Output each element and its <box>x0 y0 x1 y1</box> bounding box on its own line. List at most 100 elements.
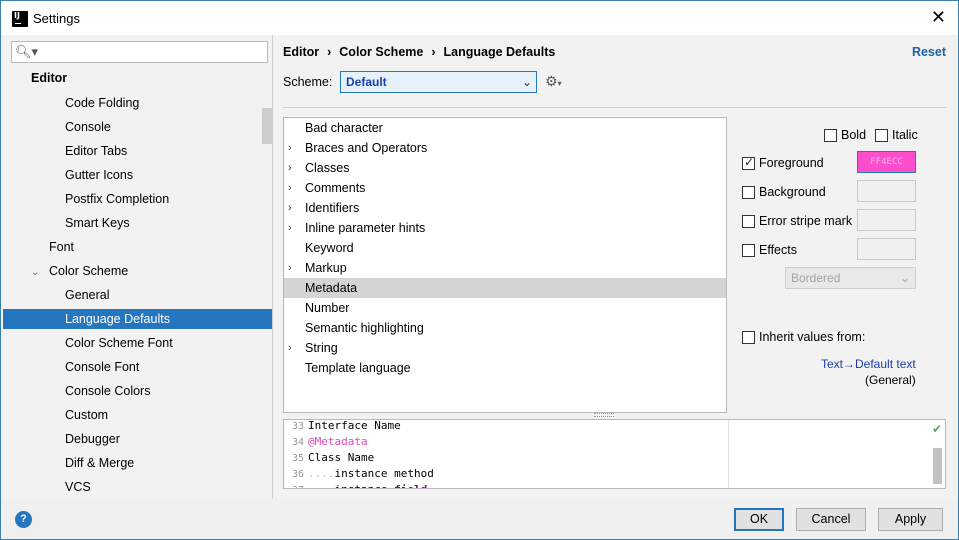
sidebar-item-gutter-icons[interactable]: Gutter Icons <box>65 165 133 185</box>
effects-color-swatch[interactable] <box>857 238 916 260</box>
error-stripe-label: Error stripe mark <box>759 214 853 228</box>
chevron-down-icon[interactable]: ⌄ <box>31 267 39 278</box>
background-color-swatch[interactable] <box>857 180 916 202</box>
effects-label: Effects <box>759 243 797 257</box>
effects-type-dropdown[interactable]: Bordered ⌄ <box>785 267 916 289</box>
sidebar-item-custom[interactable]: Custom <box>65 405 108 425</box>
sidebar-scrollbar[interactable] <box>262 108 272 144</box>
foreground-color-swatch[interactable]: FF4ECC <box>857 151 916 173</box>
chevron-right-icon[interactable]: › <box>288 218 292 238</box>
background-label: Background <box>759 185 826 199</box>
sidebar-item-language-defaults[interactable]: Language Defaults <box>3 309 272 329</box>
list-item[interactable]: Bad character <box>284 118 726 138</box>
chevron-right-icon[interactable]: › <box>288 158 292 178</box>
list-item[interactable]: Template language <box>284 358 726 378</box>
chevron-right-icon[interactable]: › <box>288 138 292 158</box>
list-item[interactable]: › Identifiers <box>284 198 726 218</box>
checkmark-icon: ✔ <box>931 422 942 436</box>
code-preview[interactable]: 33 Interface Name 34 @Metadata 35 Class Nam… <box>283 419 946 489</box>
bold-checkbox[interactable] <box>824 129 837 142</box>
bold-label: Bold <box>841 128 867 142</box>
help-icon[interactable]: ? <box>15 511 32 528</box>
sidebar-item-color-scheme-font[interactable]: Color Scheme Font <box>65 333 173 353</box>
cancel-button[interactable]: Cancel <box>796 508 866 531</box>
settings-window: IJ Settings ✕ 🔍︎▾ Editor Code Folding Co… <box>0 0 959 540</box>
sidebar-item-postfix-completion[interactable]: Postfix Completion <box>65 189 169 209</box>
splitter-handle[interactable] <box>594 413 614 417</box>
inherit-checkbox[interactable] <box>742 331 755 344</box>
sidebar-item-code-folding[interactable]: Code Folding <box>65 93 139 113</box>
scheme-label: Scheme: <box>283 75 333 89</box>
intellij-app-icon: IJ <box>12 11 28 27</box>
preview-right-margin <box>728 420 729 488</box>
divider <box>283 107 946 108</box>
breadcrumb-separator: › <box>327 45 332 59</box>
chevron-right-icon[interactable]: › <box>288 178 292 198</box>
effects-type-value: Bordered <box>791 271 841 285</box>
foreground-label: Foreground <box>759 156 824 170</box>
breadcrumb-separator: › <box>431 45 436 59</box>
error-stripe-color-swatch[interactable] <box>857 209 916 231</box>
italic-checkbox[interactable] <box>875 129 888 142</box>
code-line: 35 Class Name <box>291 451 375 464</box>
sidebar-item-general[interactable]: General <box>65 285 109 305</box>
effects-checkbox[interactable] <box>742 244 755 257</box>
scheme-value: Default <box>346 75 387 89</box>
code-line: 34 @Metadata <box>291 435 368 448</box>
preview-scrollbar[interactable] <box>933 448 942 484</box>
settings-sidebar: 🔍︎▾ Editor Code Folding Console Editor T… <box>3 35 273 499</box>
foreground-checkbox[interactable] <box>742 155 755 170</box>
italic-label: Italic <box>892 128 918 142</box>
list-item[interactable]: › Braces and Operators <box>284 138 726 158</box>
sidebar-item-editor-tabs[interactable]: Editor Tabs <box>65 141 127 161</box>
search-input[interactable]: 🔍︎▾ <box>11 41 268 63</box>
list-item[interactable]: › Inline parameter hints <box>284 218 726 238</box>
list-item[interactable]: › Markup <box>284 258 726 278</box>
ok-button[interactable]: OK <box>734 508 784 531</box>
breadcrumb: Editor › Color Scheme › Language Defaults <box>283 45 555 59</box>
sidebar-item-vcs[interactable]: VCS <box>65 477 91 497</box>
reset-link[interactable]: Reset <box>912 45 946 59</box>
background-checkbox[interactable] <box>742 186 755 199</box>
breadcrumb-language-defaults: Language Defaults <box>443 45 556 59</box>
window-title: Settings <box>33 11 80 26</box>
inherit-sublabel: (General) <box>865 373 916 387</box>
list-item[interactable]: Keyword <box>284 238 726 258</box>
sidebar-item-diff-merge[interactable]: Diff & Merge <box>65 453 134 473</box>
chevron-down-icon: ⌄ <box>521 75 532 89</box>
sidebar-item-debugger[interactable]: Debugger <box>65 429 120 449</box>
inherit-link[interactable]: Text→Default text <box>821 357 916 371</box>
sidebar-item-console[interactable]: Console <box>65 117 111 137</box>
gear-icon[interactable]: ⚙▾ <box>545 73 562 90</box>
list-item[interactable]: › String <box>284 338 726 358</box>
list-item-selected[interactable]: Metadata <box>284 278 726 298</box>
close-icon[interactable]: ✕ <box>931 8 946 26</box>
scheme-dropdown[interactable]: Default ⌄ <box>340 71 537 93</box>
code-line: 37....instance field <box>284 482 728 488</box>
chevron-down-icon: ⌄ <box>899 271 910 285</box>
search-icon: 🔍︎▾ <box>15 44 39 59</box>
apply-button[interactable]: Apply <box>878 508 943 531</box>
list-item[interactable]: Number <box>284 298 726 318</box>
code-line: 36 ....instance method <box>291 467 434 480</box>
sidebar-item-console-colors[interactable]: Console Colors <box>65 381 150 401</box>
attribute-tree: Bad character › Braces and Operators › Cla… <box>283 117 727 413</box>
chevron-right-icon[interactable]: › <box>288 198 292 218</box>
error-stripe-checkbox[interactable] <box>742 215 755 228</box>
sidebar-item-console-font[interactable]: Console Font <box>65 357 139 377</box>
breadcrumb-editor: Editor <box>283 45 320 59</box>
chevron-right-icon[interactable]: › <box>288 338 292 358</box>
sidebar-item-editor[interactable]: Editor <box>31 68 67 88</box>
list-item[interactable]: › Comments <box>284 178 726 198</box>
list-item[interactable]: Semantic highlighting <box>284 318 726 338</box>
sidebar-item-font[interactable]: Font <box>49 237 74 257</box>
code-preview-lines: 33 Interface Name 34 @Metadata 35 Class Nam… <box>284 419 728 488</box>
code-line: 33 Interface Name <box>291 419 401 432</box>
list-item[interactable]: › Classes <box>284 158 726 178</box>
sidebar-item-smart-keys[interactable]: Smart Keys <box>65 213 130 233</box>
color-scheme-panel: Editor › Color Scheme › Language Defaults Re… <box>274 35 958 499</box>
breadcrumb-color-scheme: Color Scheme <box>339 45 424 59</box>
sidebar-item-color-scheme[interactable]: Color Scheme <box>49 261 128 281</box>
inherit-label: Inherit values from: <box>759 330 866 344</box>
chevron-right-icon[interactable]: › <box>288 258 292 278</box>
